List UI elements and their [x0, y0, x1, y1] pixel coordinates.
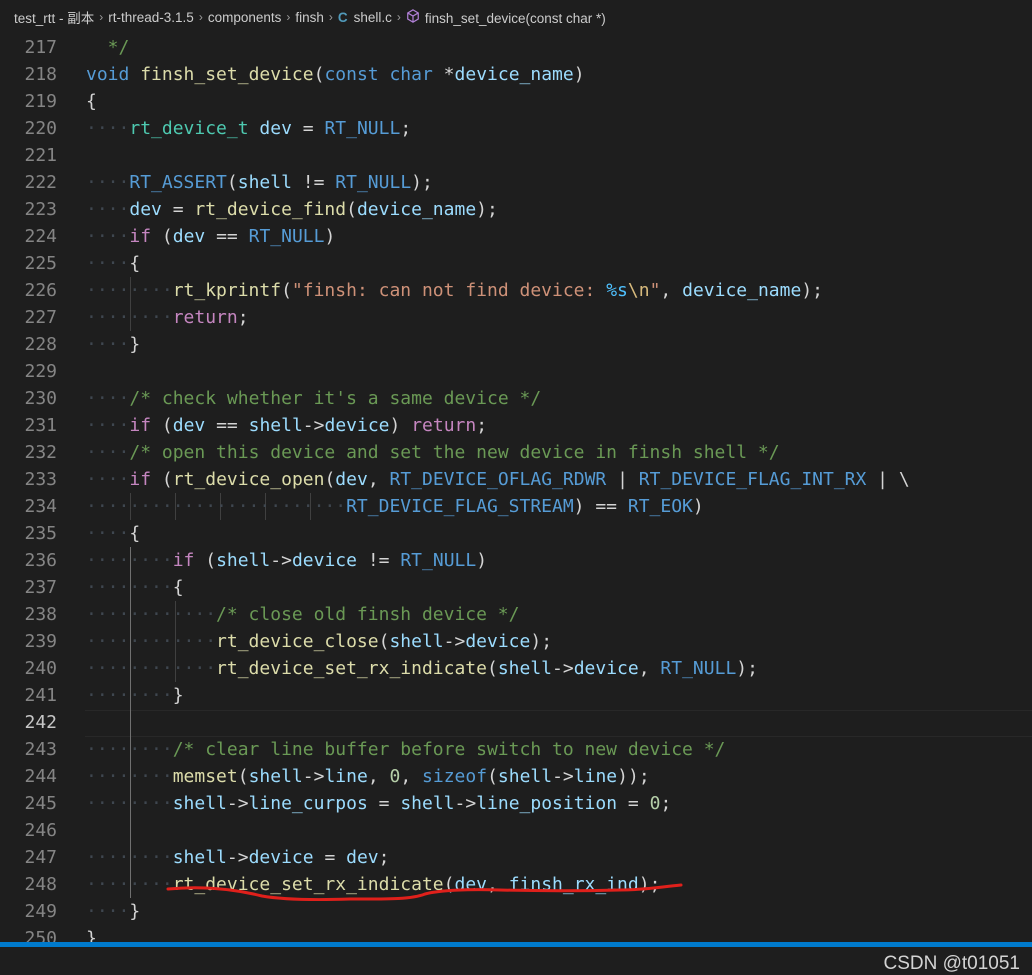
chevron-right-icon: ›: [328, 10, 333, 24]
breadcrumb-file-label: shell.c: [353, 9, 392, 25]
breadcrumb-folder-finsh[interactable]: finsh: [295, 10, 324, 25]
breadcrumb: test_rtt - 副本 › rt-thread-3.1.5 › compon…: [0, 0, 1032, 34]
handdrawn-underline: [166, 883, 683, 902]
chevron-right-icon: ›: [286, 10, 291, 24]
breadcrumb-symbol-label: finsh_set_device(const char *): [424, 10, 606, 26]
breadcrumb-folder-rt-thread[interactable]: rt-thread-3.1.5: [108, 10, 194, 25]
function-cube-icon: [406, 8, 420, 23]
status-bar-edge: [0, 942, 1032, 947]
csdn-watermark: CSDN @t01051: [883, 953, 1020, 974]
chevron-right-icon: ›: [198, 10, 203, 24]
code-editor[interactable]: 217 218 219 220 221 222 223 224 225 226 227 228 229 2…: [0, 34, 1032, 974]
breadcrumb-file[interactable]: Cshell.c: [338, 10, 392, 25]
breadcrumb-symbol[interactable]: finsh_set_device(const char *): [406, 8, 606, 26]
c-file-icon: C: [337, 9, 348, 25]
chevron-right-icon: ›: [396, 10, 401, 24]
chevron-right-icon: ›: [99, 10, 104, 24]
breadcrumb-folder-components[interactable]: components: [208, 10, 282, 25]
breadcrumb-workspace[interactable]: test_rtt - 副本: [0, 7, 94, 27]
red-underline-annotation: [166, 883, 683, 902]
